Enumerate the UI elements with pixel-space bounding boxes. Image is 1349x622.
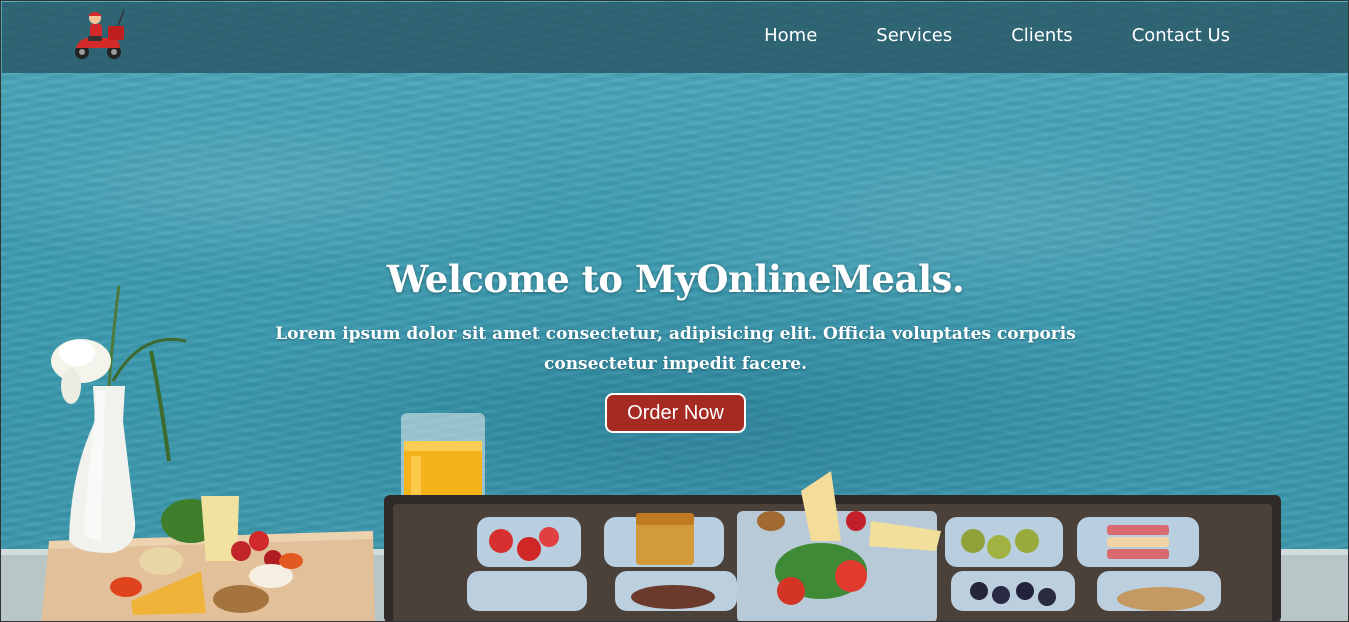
nav-clients-link[interactable]: Clients <box>1011 24 1073 48</box>
nav-contact-link[interactable]: Contact Us <box>1132 24 1230 48</box>
delivery-scooter-logo-icon[interactable] <box>70 8 130 62</box>
hero-subtitle: Lorem ipsum dolor sit amet consectetur, … <box>275 324 1076 374</box>
order-now-button[interactable]: Order Now <box>605 393 746 433</box>
nav-home-link[interactable]: Home <box>764 24 817 48</box>
hero-section: Welcome to MyOnlineMeals. Lorem ipsum do… <box>1 257 1348 433</box>
nav-services-link[interactable]: Services <box>876 24 952 48</box>
top-navbar: Home Services Clients Contact Us <box>2 2 1348 73</box>
page-frame: Home Services Clients Contact Us Welcome… <box>0 0 1349 622</box>
hero-title: Welcome to MyOnlineMeals. <box>386 257 965 301</box>
nav-links: Home Services Clients Contact Us <box>764 24 1230 48</box>
